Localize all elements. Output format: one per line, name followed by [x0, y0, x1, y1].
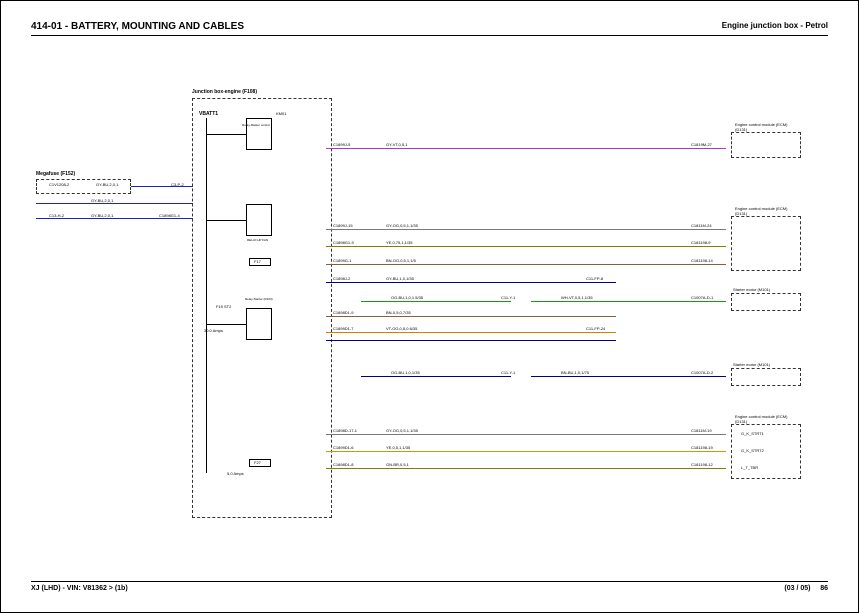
wire-ecm3-2	[326, 468, 726, 469]
trunk-h2	[206, 220, 246, 221]
wire-st2-b	[531, 376, 726, 377]
wire-r3-ret	[326, 340, 616, 341]
wire-st1-a	[361, 301, 511, 302]
wiring-diagram: Junction box-engine (F108) VBATT1 KM01 R…	[31, 56, 828, 562]
starter2-label: Starter motor (M101)	[733, 362, 770, 367]
wire-r3-1	[326, 332, 616, 333]
section-title: 414-01 - BATTERY, MOUNTING AND CABLES	[31, 21, 244, 32]
junction-box-title: Junction box-engine (F108)	[192, 89, 257, 95]
wire-st1-b	[531, 301, 726, 302]
wire-r2-2	[326, 264, 726, 265]
megafuse-title: Megafuse (F152)	[36, 171, 75, 177]
wire-r2-1	[326, 246, 726, 247]
wire-st2-a	[361, 376, 511, 377]
ecm-box-1	[731, 132, 801, 158]
relay-hp-fan	[246, 204, 272, 236]
ecm3-label: Engine control module (ECM) (D131)	[735, 414, 800, 424]
starter1-label: Starter motor (M101)	[733, 287, 770, 292]
wire-int-1	[36, 203, 193, 204]
starter-box-2	[731, 368, 801, 386]
wire-r2-0	[326, 229, 726, 230]
wire-ecm3-0	[326, 434, 726, 435]
relay-starter	[246, 308, 272, 340]
km01-label: KM01	[276, 111, 286, 116]
ecm-box-2	[731, 216, 801, 271]
page-header: 414-01 - BATTERY, MOUNTING AND CABLES En…	[31, 21, 828, 36]
relay1-name: Relay-Master control	[231, 123, 281, 127]
page-num: 86	[820, 585, 828, 592]
vehicle-info: XJ (LHD) - VIN: V81362 > (1b)	[31, 585, 128, 592]
ecm1-label: Engine control module (ECM) (D131)	[735, 122, 800, 132]
page-subtitle: Engine junction box - Petrol	[722, 21, 828, 32]
wire-f17	[326, 282, 616, 283]
trunk-h1	[206, 134, 246, 135]
vbatt-label: VBATT1	[199, 111, 218, 117]
page-footer: XJ (LHD) - VIN: V81362 > (1b) (03 / 05) …	[31, 581, 828, 592]
wire-ecm3-1	[326, 451, 726, 452]
starter-box-1	[731, 293, 801, 311]
wire-int-2	[36, 218, 193, 219]
wire-r3-0	[326, 316, 616, 317]
page-of: (03 / 05)	[784, 585, 810, 592]
trunk-wire	[206, 118, 207, 473]
ecm2-label: Engine control module (ECM) (D131)	[735, 206, 800, 216]
wire-relay1-out	[326, 148, 726, 149]
trunk-h3	[206, 324, 246, 325]
